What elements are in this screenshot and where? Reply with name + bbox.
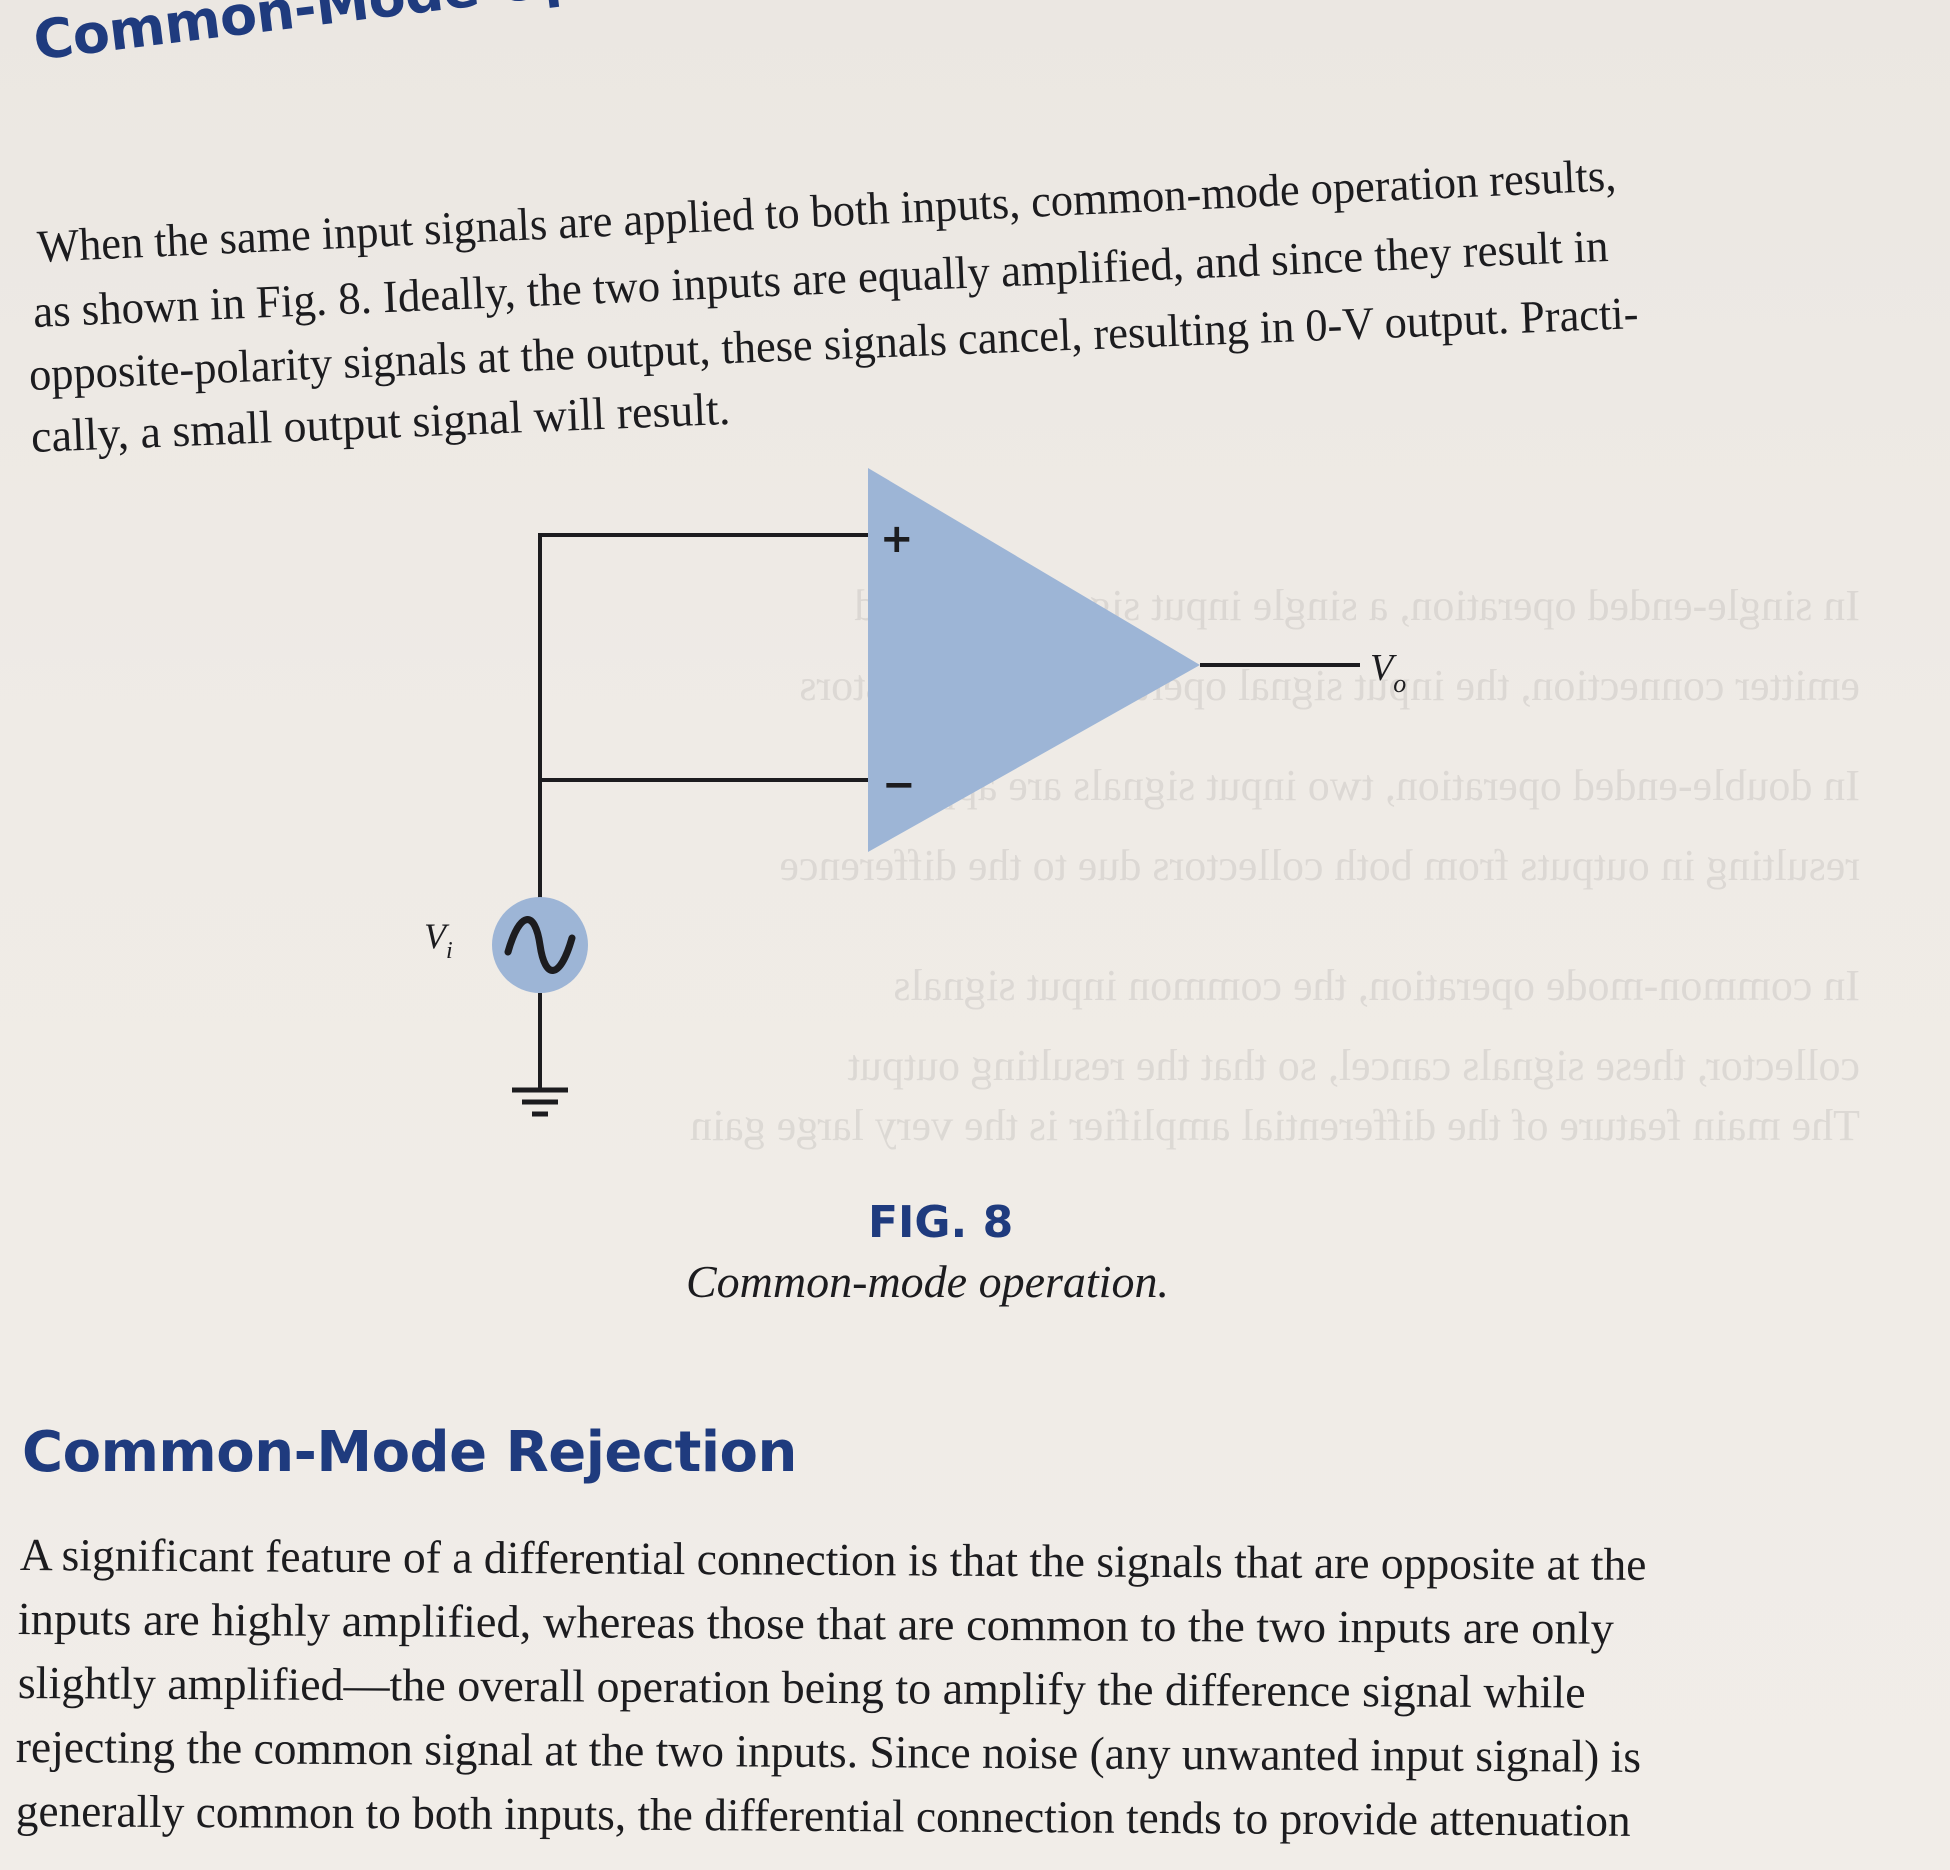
plus-sign-label: + (880, 516, 914, 562)
textbook-page: In single-ended operation, a single inpu… (0, 0, 1950, 1870)
paragraph-line: inputs are highly amplified, whereas tho… (17, 1593, 1614, 1654)
minus-input-wire (538, 740, 868, 782)
common-mode-circuit-diagram: + − Vi Vo (424, 468, 1406, 1117)
section-heading-common-mode-rejection: Common-Mode Rejection (22, 1420, 797, 1485)
output-voltage-label: Vo (1370, 647, 1406, 698)
figure-caption-label: FIG. 8 (868, 1197, 1014, 1248)
paragraph-line: generally common to both inputs, the dif… (15, 1785, 1631, 1846)
section-heading-common-mode-operation: Common-Mode Operation (30, 0, 798, 73)
figure-caption-text: Common-mode operation. (686, 1256, 1169, 1307)
op-amp-triangle (868, 468, 1200, 852)
minus-sign-label: − (882, 762, 916, 808)
paragraph-line: rejecting the common signal at the two i… (15, 1721, 1642, 1782)
paragraph-line: slightly amplified—the overall operation… (17, 1657, 1586, 1718)
paragraph-line: A significant feature of a differential … (19, 1529, 1647, 1590)
plus-input-wire (538, 533, 868, 740)
ground-icon (512, 1087, 568, 1117)
input-voltage-label: Vi (424, 916, 453, 964)
